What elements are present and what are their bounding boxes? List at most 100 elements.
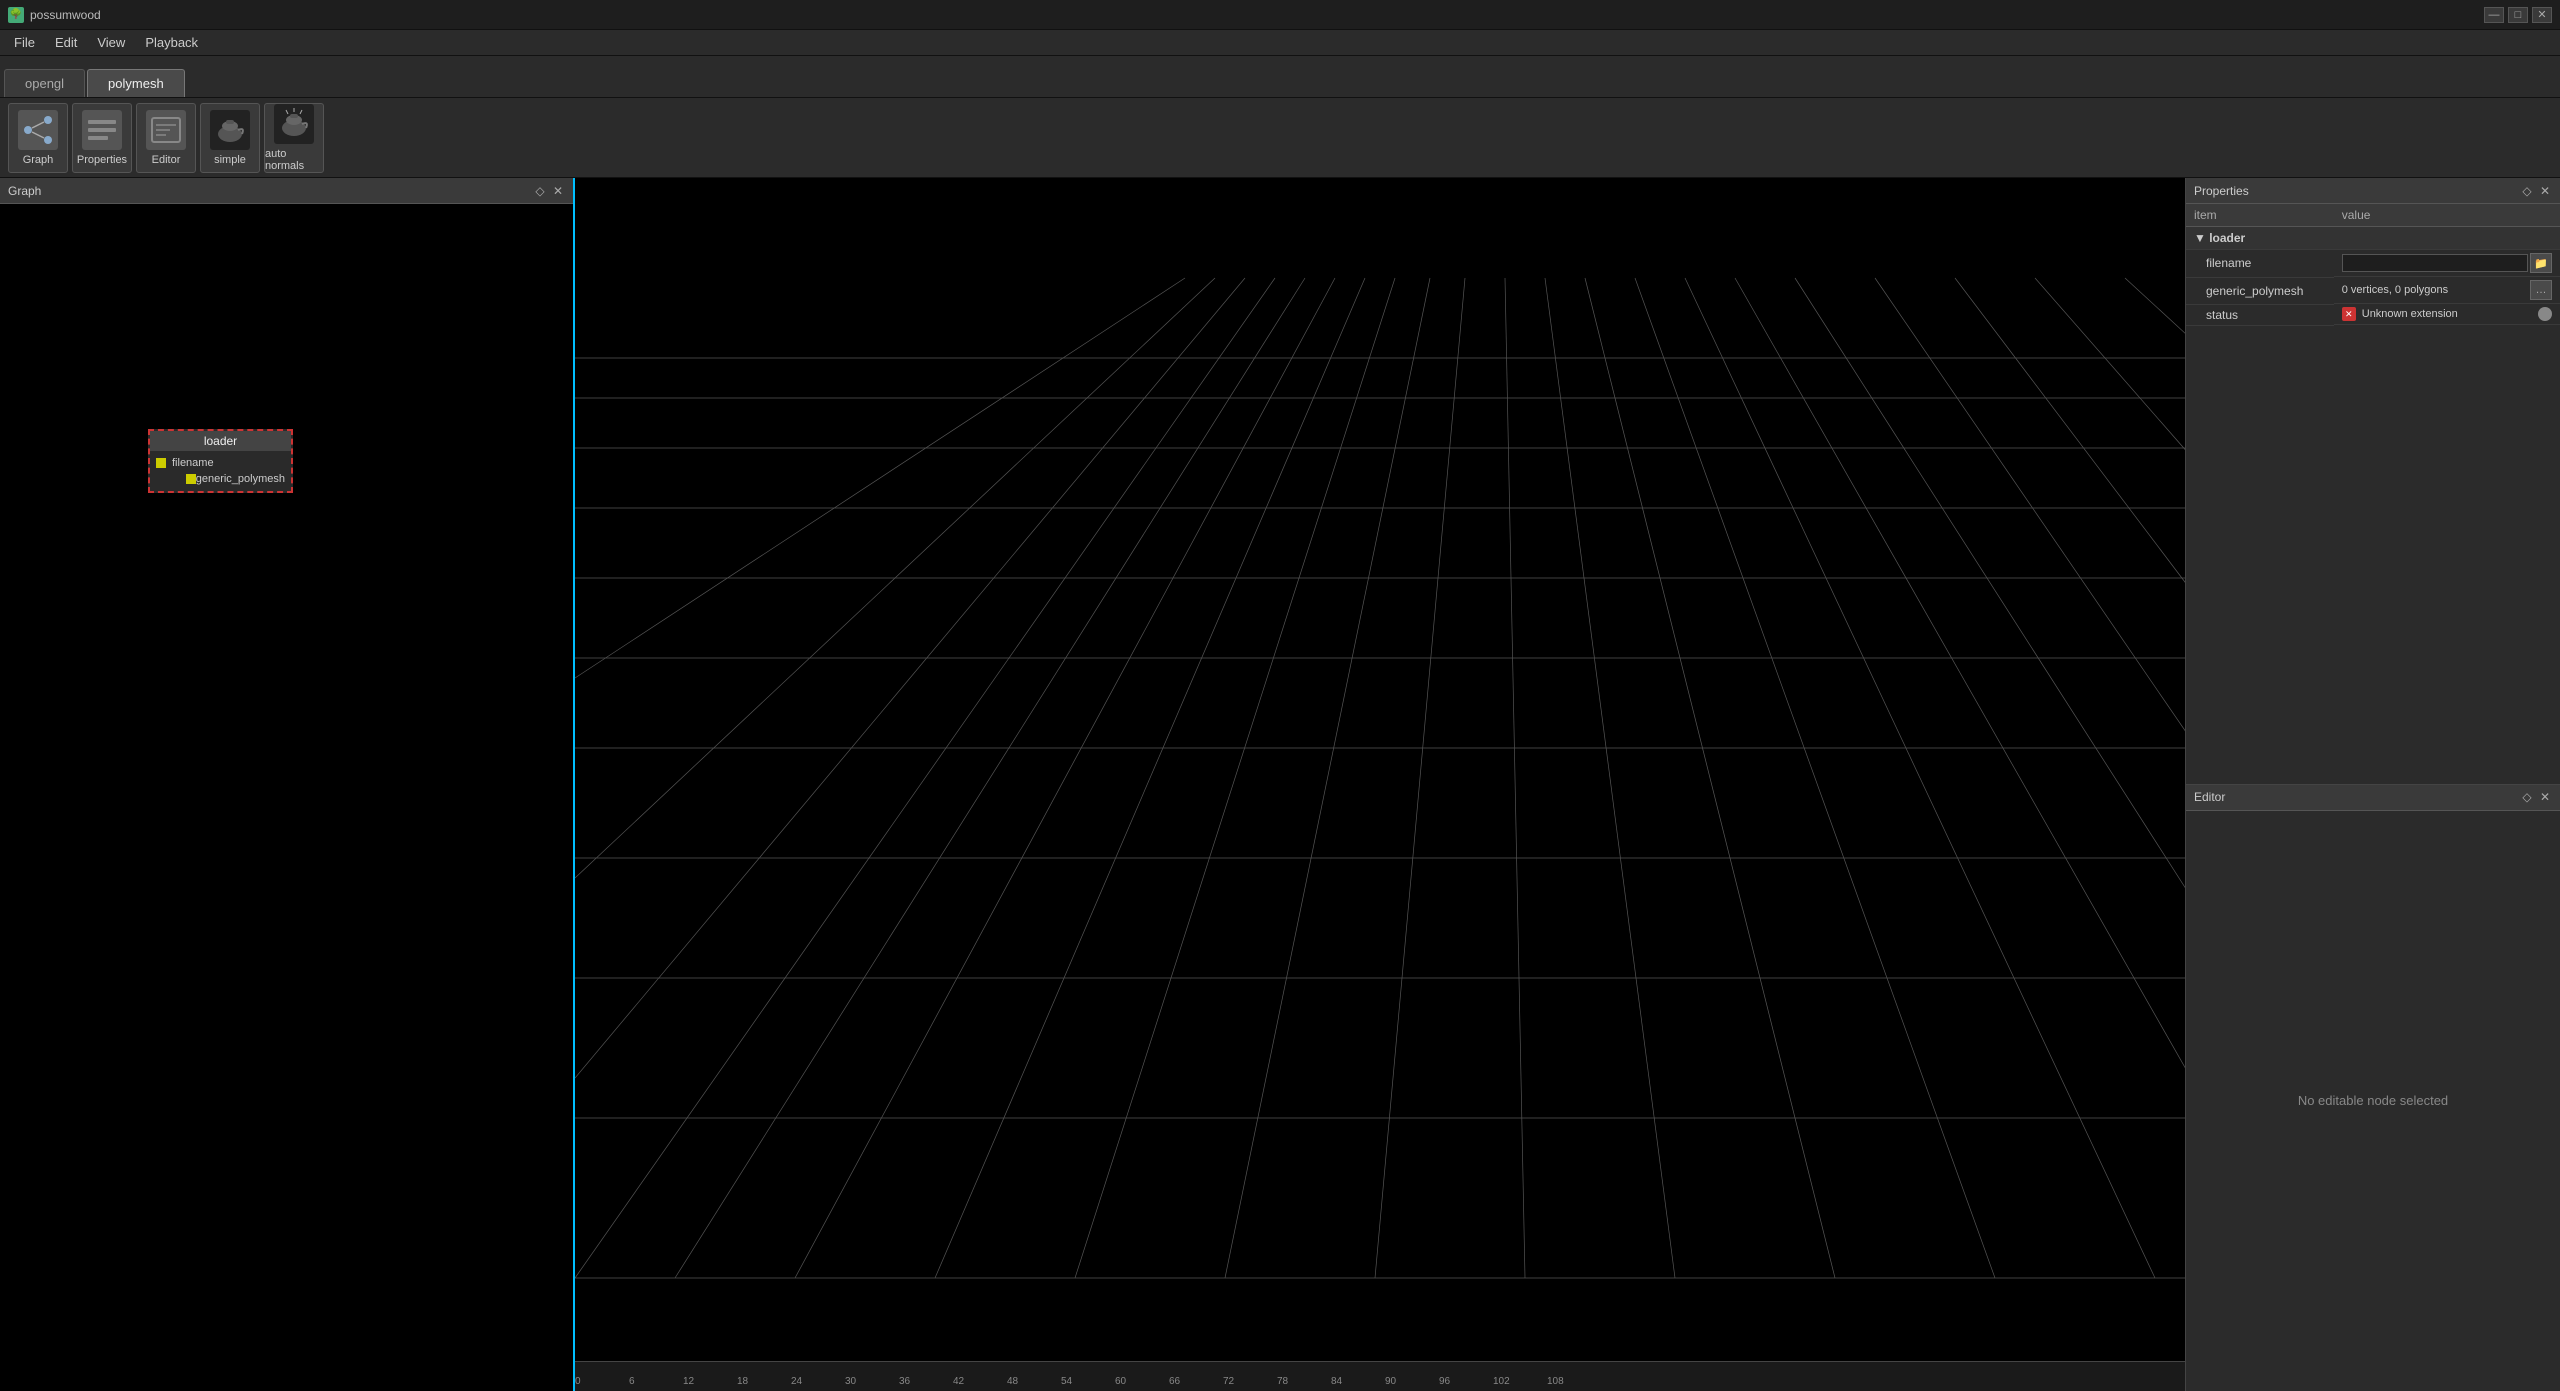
timeline: 0 6 12 18 24 30 36 42 48 54 60 66 72 78 … (575, 1361, 2185, 1391)
menu-bar: File Edit View Playback (0, 30, 2560, 56)
main-area: Graph ◇ ✕ loader filename generic_polyme… (0, 178, 2560, 1391)
window-controls: — □ ✕ (2484, 7, 2552, 23)
tab-opengl[interactable]: opengl (4, 69, 85, 97)
properties-content: item value ▼ loader (2186, 204, 2560, 784)
properties-icon-svg (84, 112, 120, 148)
tick-48: 48 (1007, 1376, 1018, 1387)
simple-tool-label: simple (214, 154, 246, 166)
col-item: item (2186, 204, 2334, 227)
tick-90: 90 (1385, 1376, 1396, 1387)
loader-section-label: ▼ loader (2186, 227, 2560, 250)
graph-icon-svg (20, 112, 56, 148)
tick-108: 108 (1547, 1376, 1564, 1387)
generic-polymesh-port-label: generic_polymesh (196, 473, 285, 485)
tick-6: 6 (629, 1376, 635, 1387)
close-button[interactable]: ✕ (2532, 7, 2552, 23)
properties-panel-header: Properties ◇ ✕ (2186, 178, 2560, 204)
app-title: possumwood (30, 8, 2484, 22)
graph-close-button[interactable]: ✕ (551, 184, 565, 198)
node-ports: filename generic_polymesh (150, 451, 291, 491)
auto-normals-icon-svg (276, 106, 312, 142)
properties-table: item value ▼ loader (2186, 204, 2560, 326)
loader-label: loader (2209, 231, 2245, 245)
simple-icon-svg (212, 112, 248, 148)
editor-panel-actions: ◇ ✕ (2520, 790, 2552, 804)
menu-view[interactable]: View (87, 33, 135, 52)
minimize-button[interactable]: — (2484, 7, 2504, 23)
tick-66: 66 (1169, 1376, 1180, 1387)
graph-canvas[interactable]: loader filename generic_polymesh (0, 204, 573, 1391)
editor-panel-title: Editor (2194, 790, 2225, 804)
tick-78: 78 (1277, 1376, 1288, 1387)
tab-polymesh[interactable]: polymesh (87, 69, 185, 97)
filename-value-cell: 📁 (2334, 250, 2560, 277)
tick-18: 18 (737, 1376, 748, 1387)
node-title: loader (150, 431, 291, 451)
status-value: Unknown extension (2362, 308, 2458, 320)
tabs-bar: opengl polymesh (0, 56, 2560, 98)
loader-node[interactable]: loader filename generic_polymesh (148, 429, 293, 493)
editor-icon (146, 110, 186, 150)
editor-tool-button[interactable]: Editor (136, 103, 196, 173)
grid-vertical-lines (575, 278, 2185, 1278)
graph-pin-button[interactable]: ◇ (533, 184, 547, 198)
menu-file[interactable]: File (4, 33, 45, 52)
graph-panel-header: Graph ◇ ✕ (0, 178, 573, 204)
tick-36: 36 (899, 1376, 910, 1387)
tick-24: 24 (791, 1376, 802, 1387)
filename-file-button[interactable]: 📁 (2530, 253, 2552, 273)
viewport-panel: .grid-line { stroke: #555; stroke-width:… (575, 178, 2185, 1391)
loader-arrow: ▼ (2194, 231, 2209, 245)
editor-tool-label: Editor (152, 154, 181, 166)
generic-polymesh-more-button[interactable]: … (2530, 280, 2552, 300)
graph-tool-label: Graph (23, 154, 54, 166)
menu-edit[interactable]: Edit (45, 33, 87, 52)
auto-normals-tool-button[interactable]: auto normals (264, 103, 324, 173)
properties-tool-button[interactable]: Properties (72, 103, 132, 173)
editor-icon-svg (148, 112, 184, 148)
properties-panel-actions: ◇ ✕ (2520, 184, 2552, 198)
status-circle-icon (2538, 307, 2552, 321)
simple-icon (210, 110, 250, 150)
col-value: value (2334, 204, 2560, 227)
properties-tool-label: Properties (77, 154, 127, 166)
status-value-cell: ✕ Unknown extension (2334, 304, 2560, 325)
tick-102: 102 (1493, 1376, 1510, 1387)
auto-normals-tool-label: auto normals (265, 148, 323, 172)
filename-input[interactable] (2342, 254, 2528, 272)
status-error-icon: ✕ (2342, 307, 2356, 321)
editor-panel-header: Editor ◇ ✕ (2186, 785, 2560, 811)
grid-horizontal-lines (575, 358, 2185, 1278)
simple-tool-button[interactable]: simple (200, 103, 260, 173)
maximize-button[interactable]: □ (2508, 7, 2528, 23)
filename-item-label: filename (2186, 250, 2334, 278)
properties-close-button[interactable]: ✕ (2538, 184, 2552, 198)
right-panels: Properties ◇ ✕ item value (2185, 178, 2560, 1391)
viewport-3d[interactable]: .grid-line { stroke: #555; stroke-width:… (575, 178, 2185, 1361)
tick-96: 96 (1439, 1376, 1450, 1387)
filename-port-dot (156, 458, 166, 468)
tick-12: 12 (683, 1376, 694, 1387)
properties-icon (82, 110, 122, 150)
status-item-label: status (2186, 304, 2334, 325)
app-icon: 🌳 (8, 7, 24, 23)
filename-row: filename 📁 (2186, 250, 2560, 278)
graph-panel-actions: ◇ ✕ (533, 184, 565, 198)
tick-54: 54 (1061, 1376, 1072, 1387)
editor-close-button[interactable]: ✕ (2538, 790, 2552, 804)
graph-tool-button[interactable]: Graph (8, 103, 68, 173)
node-port-generic-polymesh: generic_polymesh (150, 471, 291, 487)
properties-pin-button[interactable]: ◇ (2520, 184, 2534, 198)
editor-pin-button[interactable]: ◇ (2520, 790, 2534, 804)
loader-section-row: ▼ loader (2186, 227, 2560, 250)
status-row: status ✕ Unknown extension (2186, 304, 2560, 325)
grid-svg: .grid-line { stroke: #555; stroke-width:… (575, 178, 2185, 1361)
properties-panel-title: Properties (2194, 184, 2249, 198)
generic-polymesh-port-dot (186, 474, 196, 484)
generic-polymesh-value-cell: 0 vertices, 0 polygons … (2334, 277, 2560, 304)
tick-42: 42 (953, 1376, 964, 1387)
graph-panel: Graph ◇ ✕ loader filename generic_polyme… (0, 178, 575, 1391)
toolbar: Graph Properties Editor (0, 98, 2560, 178)
menu-playback[interactable]: Playback (135, 33, 208, 52)
tick-60: 60 (1115, 1376, 1126, 1387)
